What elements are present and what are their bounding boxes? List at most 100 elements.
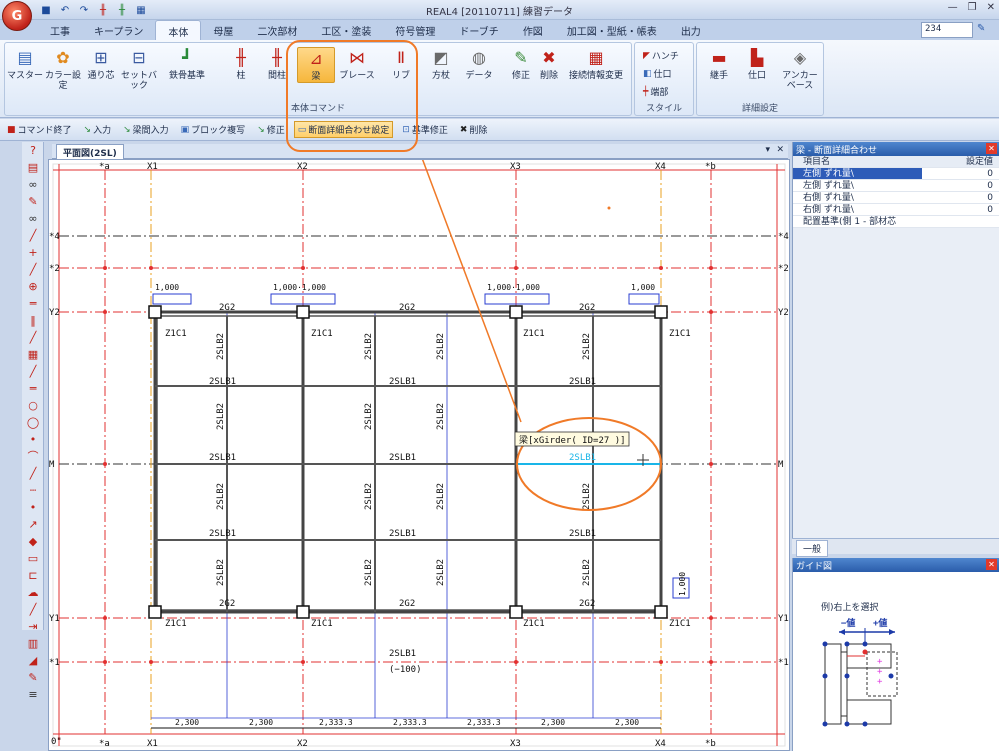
dot-tool-icon[interactable]: • bbox=[23, 432, 43, 448]
connection-button[interactable]: ▙ 仕口 bbox=[739, 47, 775, 81]
column-button[interactable]: ╫ 柱 bbox=[223, 47, 259, 81]
connection-change-button[interactable]: ▦ 接続情報変更 bbox=[565, 47, 627, 81]
property-panel: 梁 - 断面詳細合わせ ✕ 項目名 設定値 左側 ずれ量\ 0 左側 ずれ量\ 0 右側… bbox=[792, 142, 999, 554]
kneebrace-button[interactable]: ◩ 方杖 bbox=[423, 47, 459, 81]
help-icon[interactable]: ✎ bbox=[977, 23, 991, 37]
tab-keyplan[interactable]: キープラン bbox=[82, 20, 155, 40]
property-row[interactable]: 配置基準(側 1 - 部材芯 bbox=[793, 216, 999, 228]
slash-tool-icon[interactable]: ╱ bbox=[23, 364, 43, 380]
pen2-tool-icon[interactable]: ✎ bbox=[23, 670, 43, 686]
block-copy-button[interactable]: ▣ ブロック複写 bbox=[178, 122, 249, 137]
circle2-tool-icon[interactable]: ◯ bbox=[23, 415, 43, 431]
steel-standard-button[interactable]: ┛ 鉄骨基準 bbox=[163, 47, 211, 81]
girder-label-bottom-1: 2G2 bbox=[219, 599, 235, 609]
tab-fabrication[interactable]: 加工図・型紙・帳表 bbox=[555, 20, 669, 40]
bracket-tool-icon[interactable]: ⊏ bbox=[23, 568, 43, 584]
circle-tool-icon[interactable]: ○ bbox=[23, 398, 43, 414]
point-tool-icon[interactable]: • bbox=[23, 500, 43, 516]
drawing-canvas[interactable]: *a X1 X2 X3 X4 *b *a X1 X2 X3 X4 *b *4 *… bbox=[48, 149, 790, 751]
haunch-item[interactable]: ◤ ハンチ bbox=[643, 49, 679, 63]
vbeam-label: 2SLB2 bbox=[364, 403, 374, 430]
cmd-delete-button[interactable]: ✖ 削除 bbox=[457, 122, 491, 137]
restore-icon[interactable]: ❐ bbox=[968, 2, 977, 13]
property-row[interactable]: 右側 ずれ量\ 0 bbox=[793, 204, 999, 216]
joint-item[interactable]: ◧ 仕口 bbox=[643, 67, 672, 81]
arrow-tool-icon[interactable]: ↗ bbox=[23, 517, 43, 533]
tab-general[interactable]: 一般 bbox=[796, 540, 829, 557]
layer-tool-icon[interactable]: ▤ bbox=[23, 160, 43, 176]
help-tool-icon[interactable]: ? bbox=[23, 143, 43, 159]
app-menu-button[interactable]: G bbox=[2, 1, 32, 31]
tab-moya[interactable]: 母屋 bbox=[201, 20, 245, 40]
data-button[interactable]: ◍ データ bbox=[461, 47, 497, 81]
tab-secondary[interactable]: 二次部材 bbox=[245, 20, 309, 40]
target-tool-icon[interactable]: ⊕ bbox=[23, 279, 43, 295]
title-bar: ■ ↶ ↷ ╫ ╫ ▦ REAL4 [20110711] 練習データ — ❐ ✕ bbox=[0, 0, 999, 20]
guide-diagram: −値 +値 +++ bbox=[822, 617, 898, 727]
block-copy-icon: ▣ bbox=[180, 124, 190, 135]
minimize-icon[interactable]: — bbox=[948, 2, 958, 13]
vbeam-label: 2SLB2 bbox=[364, 559, 374, 586]
tab-symbol[interactable]: 符号管理 bbox=[383, 20, 447, 40]
grid-line-button[interactable]: ⊞ 通り芯 bbox=[83, 47, 119, 81]
tab-dropdown-icon[interactable]: ▾ bbox=[765, 145, 770, 155]
guide-panel-close-icon[interactable]: ✕ bbox=[986, 559, 997, 570]
anchor-base-button[interactable]: ◈ アンカーベース bbox=[779, 47, 821, 91]
list-tool-icon[interactable]: ≡ bbox=[23, 687, 43, 703]
color-settings-button[interactable]: ✿ カラー設定 bbox=[45, 47, 81, 91]
insert-tool-icon[interactable]: ⇥ bbox=[23, 619, 43, 635]
line-tool-icon[interactable]: ╱ bbox=[23, 228, 43, 244]
tab-hontai[interactable]: 本体 bbox=[155, 20, 202, 40]
master-button[interactable]: ▤ マスター bbox=[7, 47, 43, 81]
tab-zone-paint[interactable]: 工区・塗装 bbox=[309, 20, 383, 40]
column-label: Z1C1 bbox=[669, 329, 691, 339]
top-dim-2: 1,000·1,000 bbox=[273, 283, 326, 292]
pen-tool-icon[interactable]: ✎ bbox=[23, 194, 43, 210]
cloud-tool-icon[interactable]: ☁ bbox=[23, 585, 43, 601]
diag3-tool-icon[interactable]: ╱ bbox=[23, 602, 43, 618]
erase-tool-icon[interactable]: ◢ bbox=[23, 653, 43, 669]
mark-tool-icon[interactable]: ◆ bbox=[23, 534, 43, 550]
property-row[interactable]: 左側 ずれ量\ 0 bbox=[793, 180, 999, 192]
span-input-button[interactable]: ↘ 梁間入力 bbox=[120, 122, 172, 137]
property-panel-close-icon[interactable]: ✕ bbox=[986, 143, 997, 154]
end-command-button[interactable]: ■ コマンド終了 bbox=[4, 122, 75, 137]
diag-tool-icon[interactable]: ╱ bbox=[23, 262, 43, 278]
vertical-lines-icon[interactable]: ‖ bbox=[23, 313, 43, 329]
binoculars-icon[interactable]: ∞ bbox=[23, 177, 43, 193]
property-row[interactable]: 左側 ずれ量\ 0 bbox=[793, 168, 999, 180]
tab-kouji[interactable]: 工事 bbox=[38, 20, 82, 40]
input-button[interactable]: ↘ 入力 bbox=[81, 122, 115, 137]
close-icon[interactable]: ✕ bbox=[987, 2, 995, 13]
find-tool-icon[interactable]: ∞ bbox=[23, 211, 43, 227]
fix-button[interactable]: ↘ 修正 bbox=[254, 122, 288, 137]
arc-tool-icon[interactable]: ⌒ bbox=[23, 449, 43, 465]
left-dock bbox=[0, 142, 22, 751]
tab-close-icon[interactable]: ✕ bbox=[776, 145, 784, 155]
dash-tool-icon[interactable]: ┄ bbox=[23, 483, 43, 499]
tab-plan-2sl[interactable]: 平面図(2SL) bbox=[56, 144, 124, 159]
table-tool-icon[interactable]: ▥ bbox=[23, 636, 43, 652]
line2-tool-icon[interactable]: ╱ bbox=[23, 466, 43, 482]
search-input[interactable]: 234 bbox=[921, 22, 973, 38]
diag2-tool-icon[interactable]: ╱ bbox=[23, 330, 43, 346]
grid-tool-icon[interactable]: ▦ bbox=[23, 347, 43, 363]
tab-drawing[interactable]: 作図 bbox=[511, 20, 555, 40]
bottom-dim: 2,300 bbox=[175, 718, 199, 727]
tab-dobuchi[interactable]: ドーブチ bbox=[447, 20, 510, 40]
splice-button[interactable]: ▬ 継手 bbox=[701, 47, 737, 81]
end-item[interactable]: ┿ 端部 bbox=[643, 85, 668, 99]
double-line-icon[interactable]: ═ bbox=[23, 296, 43, 312]
top-dim-4: 1,000 bbox=[631, 283, 655, 292]
tab-output[interactable]: 出力 bbox=[669, 20, 713, 40]
equal-tool-icon[interactable]: ═ bbox=[23, 381, 43, 397]
girder-label-top-2: 2G2 bbox=[399, 303, 415, 313]
plan-drawing[interactable]: *a X1 X2 X3 X4 *b *a X1 X2 X3 X4 *b *4 *… bbox=[49, 149, 789, 750]
vbeam-label: 2SLB2 bbox=[436, 403, 446, 430]
setback-button[interactable]: ⊟ セットバック bbox=[121, 47, 157, 91]
delete-button[interactable]: ✖ 削除 bbox=[531, 47, 567, 81]
property-row[interactable]: 右側 ずれ量\ 0 bbox=[793, 192, 999, 204]
label-tool-icon[interactable]: ▭ bbox=[23, 551, 43, 567]
column-icon: ╫ bbox=[236, 48, 246, 67]
plus-tool-icon[interactable]: + bbox=[23, 245, 43, 261]
